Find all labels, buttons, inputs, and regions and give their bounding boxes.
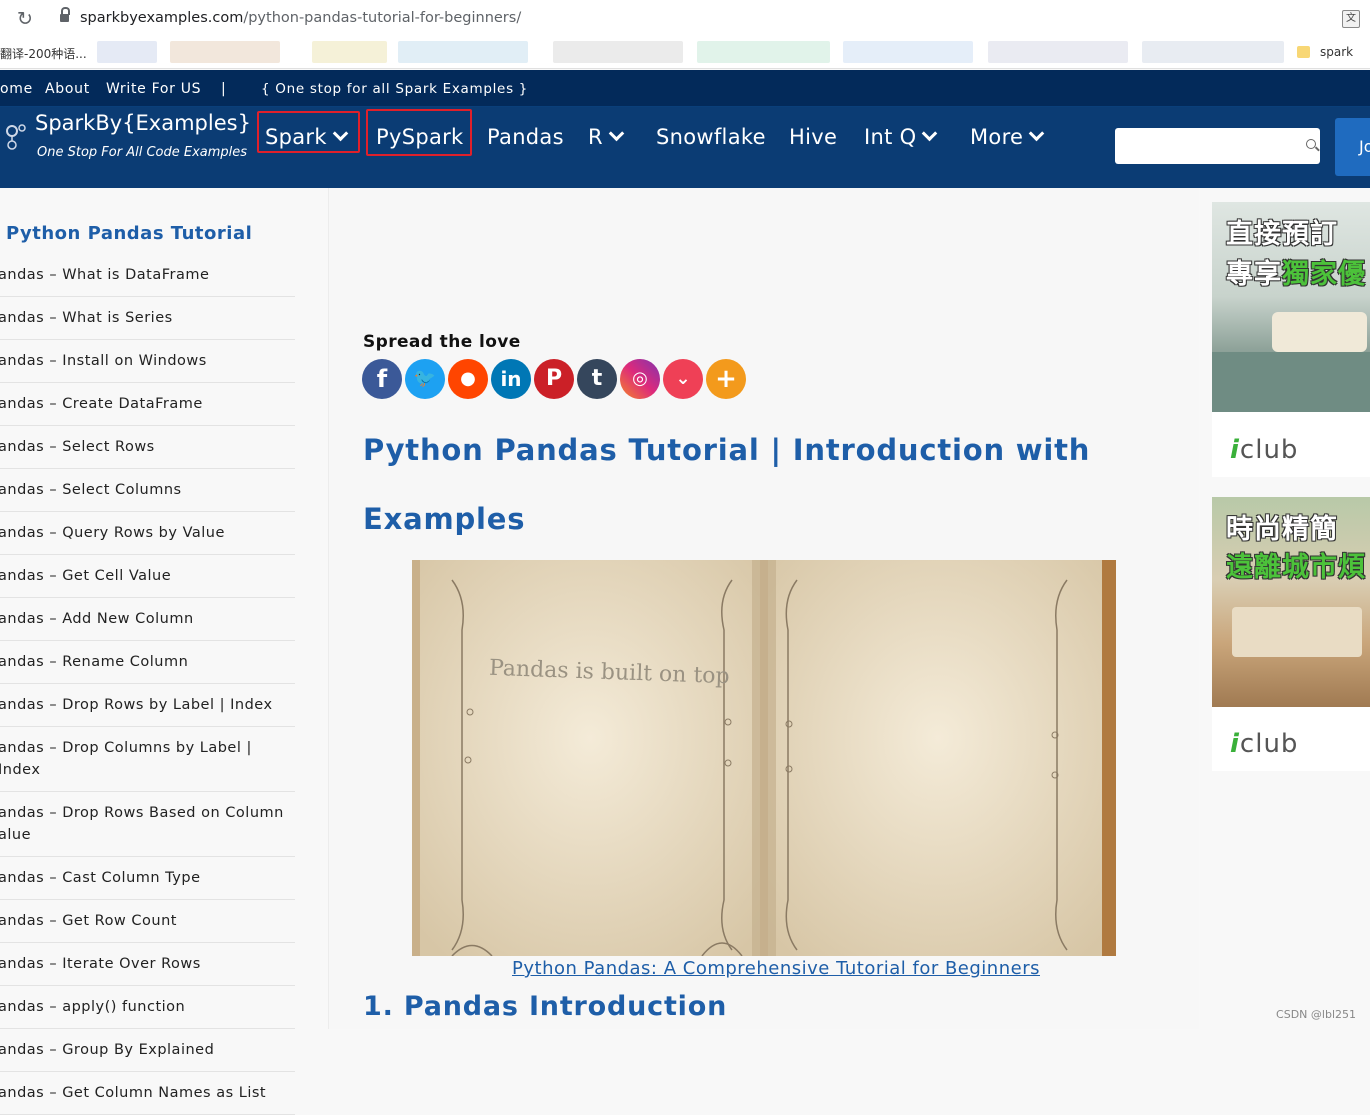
video-thumbnail[interactable]: Pandas is built on top [412, 560, 1116, 956]
sidebar-item[interactable]: andas – Query Rows by Value [0, 512, 295, 555]
ad-image: 直接預訂 專享獨家優 [1212, 202, 1370, 412]
nav-snowflake[interactable]: Snowflake [656, 125, 766, 149]
more-share-icon[interactable]: + [706, 359, 746, 399]
ad-subline: 專享 [1226, 259, 1282, 290]
page-title: Python Pandas Tutorial | Introduction wi… [363, 433, 1091, 536]
bookmark-blurred[interactable] [553, 41, 683, 63]
chevron-down-icon [1028, 125, 1045, 142]
search-input[interactable] [1115, 128, 1320, 164]
ad-headline: 直接預訂 [1226, 219, 1338, 250]
sidebar-item[interactable]: andas – Add New Column [0, 598, 295, 641]
nav-hive[interactable]: Hive [789, 125, 837, 149]
nav-more[interactable]: More [970, 125, 1045, 149]
spread-the-love-label: Spread the love [363, 332, 521, 352]
site-tagline: { One stop for all Spark Examples } [261, 81, 529, 97]
sidebar-item[interactable]: andas – Install on Windows [0, 340, 295, 383]
sidebar-item[interactable]: andas – Drop Rows Based on Column alue [0, 792, 295, 857]
top-links-bar: ome About Write For US | { One stop for … [0, 70, 1370, 107]
sidebar-list: andas – What is DataFrame andas – What is… [0, 254, 295, 1115]
bookmark-blurred[interactable] [398, 41, 528, 63]
video-caption-link[interactable]: Python Pandas: A Comprehensive Tutorial … [512, 958, 1040, 979]
tumblr-icon[interactable]: t [577, 359, 617, 399]
main-nav: SparkBy{Examples} One Stop For All Code … [0, 107, 1370, 188]
write-for-us-link[interactable]: Write For US [106, 81, 201, 97]
logo-icon[interactable] [2, 121, 30, 157]
folder-icon [1297, 46, 1310, 58]
chevron-down-icon [608, 125, 625, 142]
home-link[interactable]: ome [0, 81, 33, 97]
sidebar: Python Pandas Tutorial andas – What is D… [0, 188, 329, 1115]
main-content: Spread the love f 🐦 ● in P t ◎ ⌄ + Pytho… [329, 188, 1199, 1029]
sidebar-item[interactable]: andas – Group By Explained [0, 1029, 295, 1072]
sidebar-title[interactable]: Python Pandas Tutorial [6, 223, 252, 244]
bookmark-spark[interactable]: spark [1320, 45, 1353, 59]
pinterest-icon[interactable]: P [534, 359, 574, 399]
address-bar: ↻ sparkbyexamples.com/python-pandas-tuto… [0, 0, 1370, 38]
watermark: CSDN @lbl251 [1276, 1008, 1356, 1021]
ad-highlight: 獨家優 [1282, 259, 1366, 290]
about-link[interactable]: About [45, 81, 90, 97]
facebook-icon[interactable]: f [362, 359, 402, 399]
ad-highlight: 遠離城市煩 [1226, 552, 1366, 583]
club-logo: iclub [1230, 435, 1299, 465]
pocket-icon[interactable]: ⌄ [663, 359, 703, 399]
bookmark-blurred[interactable] [1142, 41, 1284, 63]
ad-image: 時尚精簡 遠離城市煩 [1212, 497, 1370, 707]
sidebar-item[interactable]: andas – What is Series [0, 297, 295, 340]
reload-icon[interactable]: ↻ [14, 8, 36, 30]
instagram-icon[interactable]: ◎ [620, 359, 660, 399]
club-logo: iclub [1230, 729, 1299, 759]
section-heading: 1. Pandas Introduction [363, 991, 728, 1022]
bookmark-blurred[interactable] [312, 41, 387, 63]
translate-icon[interactable]: 文 [1342, 10, 1360, 28]
bookmarks-bar: 翻译-200种语... spark [0, 38, 1370, 69]
nav-int-q[interactable]: Int Q [864, 125, 938, 149]
twitter-icon[interactable]: 🐦 [405, 359, 445, 399]
highlight-box [257, 111, 360, 153]
sidebar-item[interactable]: andas – What is DataFrame [0, 254, 295, 297]
sidebar-item[interactable]: andas – Drop Columns by Label | Index [0, 727, 295, 792]
bookmark-blurred[interactable] [170, 41, 280, 63]
open-book-image [412, 560, 1116, 956]
bookmark-blurred[interactable] [843, 41, 973, 63]
search-icon[interactable] [1306, 139, 1316, 149]
sidebar-item[interactable]: andas – Select Rows [0, 426, 295, 469]
join-button[interactable]: Jo [1335, 118, 1370, 176]
sidebar-item[interactable]: andas – Get Column Names as List [0, 1072, 295, 1115]
chevron-down-icon [922, 125, 938, 142]
logo-title[interactable]: SparkBy{Examples} [35, 111, 251, 135]
sidebar-item[interactable]: andas – apply() function [0, 986, 295, 1029]
logo-tagline: One Stop For All Code Examples [37, 145, 248, 160]
highlight-box [366, 109, 472, 156]
sidebar-item[interactable]: andas – Iterate Over Rows [0, 943, 295, 986]
sidebar-item[interactable]: andas – Drop Rows by Label | Index [0, 684, 295, 727]
lock-icon[interactable] [60, 7, 70, 22]
reddit-icon[interactable]: ● [448, 359, 488, 399]
bookmark-blurred[interactable] [97, 41, 157, 63]
ad-banner[interactable]: 直接預訂 專享獨家優 iclub [1212, 202, 1370, 477]
ad-headline: 時尚精簡 [1226, 514, 1338, 545]
bookmark-blurred[interactable] [697, 41, 830, 63]
sidebar-item[interactable]: andas – Cast Column Type [0, 857, 295, 900]
bookmark-blurred[interactable] [988, 41, 1128, 63]
linkedin-icon[interactable]: in [491, 359, 531, 399]
nav-pandas[interactable]: Pandas [487, 125, 564, 149]
url-field[interactable]: sparkbyexamples.com/python-pandas-tutori… [80, 10, 521, 26]
sidebar-item[interactable]: andas – Rename Column [0, 641, 295, 684]
sidebar-item[interactable]: andas – Get Cell Value [0, 555, 295, 598]
nav-r[interactable]: R [588, 125, 625, 149]
ad-banner[interactable]: 時尚精簡 遠離城市煩 iclub [1212, 497, 1370, 771]
separator: | [221, 81, 227, 97]
sidebar-item[interactable]: andas – Select Columns [0, 469, 295, 512]
sidebar-item[interactable]: andas – Create DataFrame [0, 383, 295, 426]
bookmark-translate[interactable]: 翻译-200种语... [0, 45, 87, 62]
sidebar-item[interactable]: andas – Get Row Count [0, 900, 295, 943]
